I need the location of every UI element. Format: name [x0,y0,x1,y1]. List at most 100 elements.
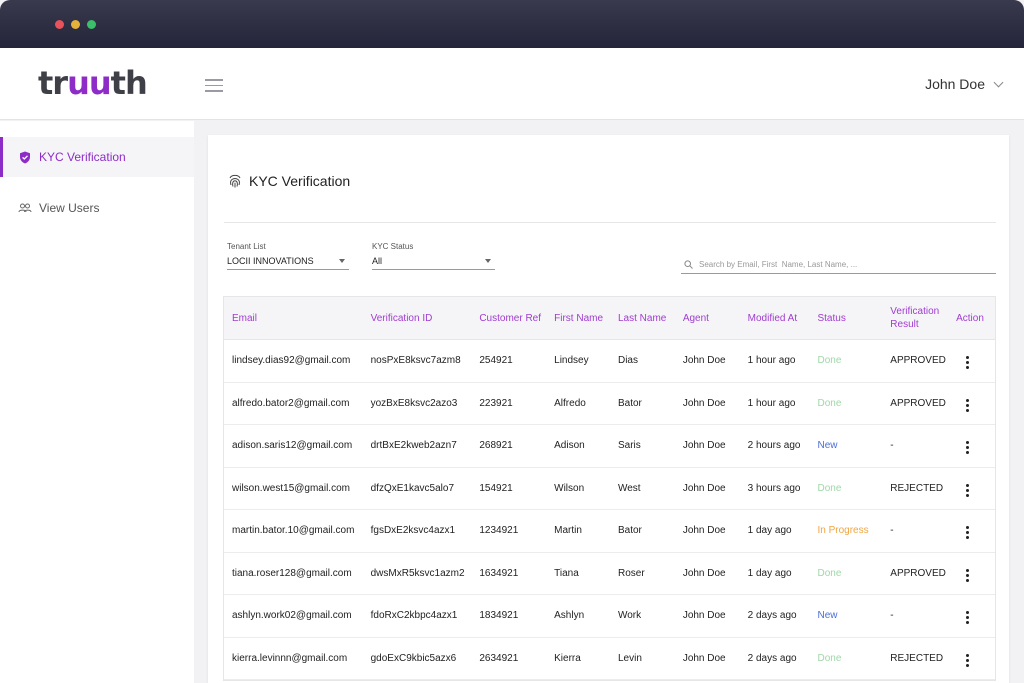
tenant-list-label: Tenant List [227,242,266,251]
hamburger-icon[interactable] [205,79,223,92]
table-row[interactable]: wilson.west15@gmail.com dfzQxE1kavc5alo7 1… [224,468,995,510]
table-row[interactable]: tiana.roser128@gmail.com dwsMxR5ksvc1azm2… [224,553,995,595]
agent-cell: John Doe [682,652,726,664]
fingerprint-icon [228,173,242,189]
kyc-table: Email Verification ID Customer Ref First Na… [223,296,996,681]
agent-cell: John Doe [682,525,726,537]
column-header[interactable]: Verification Result [882,305,948,331]
more-options-icon[interactable] [966,568,970,583]
modified-at-cell: 1 hour ago [747,355,796,367]
maximize-window-button[interactable] [87,20,96,29]
column-header[interactable]: Status [809,312,882,325]
column-header[interactable]: Email [224,312,363,325]
column-header[interactable]: Customer Ref [471,312,546,325]
kyc-status-select[interactable]: All [372,256,495,270]
tenant-list-select[interactable]: LOCII INNOVATIONS [227,256,349,270]
sidebar-item-kyc-verification[interactable]: KYC Verification [0,137,194,177]
minimize-window-button[interactable] [71,20,80,29]
search-input[interactable] [699,260,979,269]
verification-id-cell: dfzQxE1kavc5alo7 [370,482,455,494]
kyc-status-label: KYC Status [372,242,414,251]
table-row[interactable]: alfredo.bator2@gmail.com yozBxE8ksvc2azo3… [224,383,995,425]
verification-id-cell: gdoExC9kbic5azx6 [370,652,457,664]
first-name-cell: Adison [554,440,585,452]
status-cell: Done [817,397,842,409]
modified-at-cell: 2 hours ago [747,440,801,452]
customer-ref-cell: 268921 [479,440,513,452]
tenant-list-filter: Tenant List LOCII INNOVATIONS [227,242,349,270]
close-window-button[interactable] [55,20,64,29]
last-name-cell: Bator [617,397,642,409]
agent-cell: John Doe [682,397,726,409]
customer-ref-cell: 254921 [479,355,513,367]
table-row[interactable]: ashlyn.work02@gmail.com fdoRxC2kbpc4azx1 1… [224,595,995,638]
verification-result-cell: APPROVED [890,397,946,409]
verification-result-cell: APPROVED [890,355,946,367]
kyc-status-filter: KYC Status All [372,242,495,270]
table-body: lindsey.dias92@gmail.com nosPxE8ksvc7azm8… [224,340,995,680]
modified-at-cell: 1 day ago [747,525,792,537]
more-options-icon[interactable] [966,355,970,370]
user-menu[interactable]: John Doe [925,76,1004,92]
page-title-text: KYC Verification [249,173,351,189]
verification-id-cell: yozBxE8ksvc2azo3 [370,397,458,409]
action-cell [948,521,995,540]
last-name-cell: Roser [617,567,645,579]
agent-cell: John Doe [682,610,726,622]
email-cell: tiana.roser128@gmail.com [232,567,352,579]
table-row[interactable]: adison.saris12@gmail.com drtBxE2kweb2azn7… [224,425,995,468]
action-cell [948,479,995,498]
customer-ref-cell: 1834921 [479,610,519,622]
kyc-verification-panel: KYC Verification Tenant List LOCII INNOV… [208,135,1009,683]
action-cell [948,351,995,370]
status-cell: Done [817,652,842,664]
column-header[interactable]: First Name [546,312,610,325]
customer-ref-cell: 1234921 [479,525,519,537]
email-cell: lindsey.dias92@gmail.com [232,355,351,367]
more-options-icon[interactable] [966,440,970,455]
status-cell: In Progress [817,525,869,537]
column-header[interactable]: Action [948,312,995,325]
window-title-bar [0,0,1024,48]
search-box [681,256,996,274]
column-header[interactable]: Agent [675,312,740,325]
divider [224,222,996,223]
last-name-cell: Levin [617,652,642,664]
verification-id-cell: nosPxE8ksvc7azm8 [370,355,461,367]
email-cell: alfredo.bator2@gmail.com [232,397,350,409]
action-cell [948,394,995,413]
customer-ref-cell: 1634921 [479,567,519,579]
more-options-icon[interactable] [966,483,970,498]
column-header[interactable]: Verification ID [363,312,472,325]
table-row[interactable]: martin.bator.10@gmail.com fgsDxE2ksvc4azx… [224,510,995,553]
last-name-cell: West [617,482,641,494]
action-cell [948,649,995,668]
modified-at-cell: 1 day ago [747,567,792,579]
modified-at-cell: 2 days ago [747,610,797,622]
sidebar: KYC Verification View Users [0,121,194,683]
sidebar-item-view-users[interactable]: View Users [0,188,194,228]
column-header[interactable]: Last Name [610,312,675,325]
more-options-icon[interactable] [966,653,970,668]
status-cell: New [817,610,838,622]
truuth-logo[interactable]: truuth [38,64,148,102]
user-name: John Doe [925,76,985,92]
column-header[interactable]: Modified At [740,312,810,325]
first-name-cell: Martin [554,525,582,537]
table-row[interactable]: lindsey.dias92@gmail.com nosPxE8ksvc7azm8… [224,340,995,383]
first-name-cell: Kierra [554,652,581,664]
more-options-icon[interactable] [966,398,970,413]
email-cell: martin.bator.10@gmail.com [232,525,355,537]
customer-ref-cell: 223921 [479,397,513,409]
email-cell: ashlyn.work02@gmail.com [232,610,352,622]
modified-at-cell: 3 hours ago [747,482,801,494]
dropdown-arrow-icon [485,259,491,263]
agent-cell: John Doe [682,355,726,367]
shield-check-icon [18,150,32,164]
more-options-icon[interactable] [966,525,970,540]
more-options-icon[interactable] [966,610,970,625]
users-icon [18,201,32,215]
dropdown-arrow-icon [339,259,345,263]
table-row[interactable]: kierra.levinnn@gmail.com gdoExC9kbic5azx6… [224,638,995,680]
verification-result-cell: - [890,440,894,452]
